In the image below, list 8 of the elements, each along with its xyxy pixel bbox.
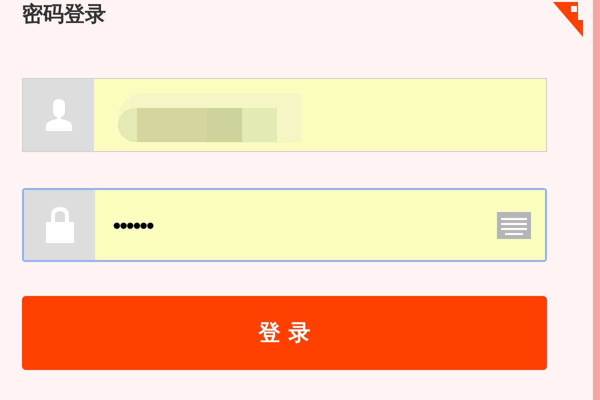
keyboard-icon[interactable] bbox=[497, 212, 531, 238]
lock-icon bbox=[44, 207, 74, 243]
password-value: •••••• bbox=[113, 212, 154, 240]
login-button[interactable]: 登 录 bbox=[22, 296, 547, 370]
form-title: 密码登录 bbox=[22, 1, 106, 28]
user-icon bbox=[44, 99, 72, 131]
username-field[interactable] bbox=[22, 78, 547, 152]
password-field[interactable]: •••••• bbox=[22, 188, 547, 262]
